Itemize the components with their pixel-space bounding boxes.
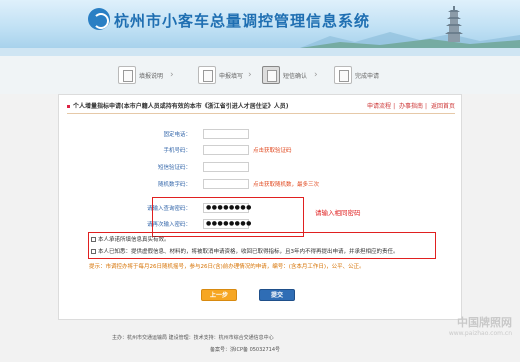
link-home[interactable]: 返回首页 (431, 103, 455, 110)
form-row-landline: 固定电话： (59, 129, 463, 139)
form-icon (198, 66, 216, 84)
city-logo-icon (88, 8, 110, 30)
declaration-2: 本人已知悉：提供虚假信息、材料的，将被取消申请资格，收回已取得指标，且3年内不得… (91, 247, 431, 257)
landline-input[interactable] (203, 129, 249, 139)
application-panel: 个人增量指标申请(本市户籍人员或持有效的本市《浙江省引进人才居住证》人员) 申请… (58, 94, 462, 320)
pagoda-icon (445, 6, 463, 42)
sms-icon (262, 66, 280, 84)
submit-button[interactable]: 提交 (259, 289, 295, 301)
random-code-input[interactable] (203, 179, 249, 189)
mobile-input[interactable] (203, 145, 249, 155)
step-complete: 完成申请 (334, 64, 379, 86)
panel-header: 个人增量指标申请(本市户籍人员或持有效的本市《浙江省引进人才居住证》人员) 申请… (67, 101, 455, 111)
watermark-cn: 中国牌照网 (457, 316, 512, 329)
header-links: 申请流程 | 办事指南 | 返回首页 (367, 103, 455, 110)
step-instructions: 填报说明 (118, 64, 163, 86)
footer-sponsor: 主办：杭州市交通运输局 建设管理：技术支持：杭州市综合交通信息中心 (112, 335, 274, 341)
watermark-url: www.paizhao.com.cn (448, 330, 512, 337)
arrow-right-icon: › (170, 70, 174, 80)
footer-icp: 备案号：浙ICP备 05032714号 (210, 347, 281, 353)
arrow-right-icon: › (314, 70, 318, 80)
declaration-1-checkbox[interactable] (91, 237, 96, 242)
link-process[interactable]: 申请流程 (367, 103, 391, 110)
step-sms-confirm: 短信确认 (262, 64, 307, 86)
warning-text: 提示：市调控办将于每月26日随机摇号，参与26日(含)前办理情况的申请，编号：(… (89, 264, 365, 270)
declaration-2-checkbox[interactable] (91, 249, 96, 254)
landscape-hills-decoration (300, 32, 520, 48)
form-row-mobile: 手机号码： 点击获取验证码 (59, 145, 463, 155)
panel-title: 个人增量指标申请(本市户籍人员或持有效的本市《浙江省引进人才居住证》人员) (67, 101, 289, 110)
declaration-1: 本人承诺所填信息真实有效。 (91, 235, 431, 245)
header-banner: 杭州市小客车总量调控管理信息系统 (0, 0, 520, 48)
form-row-sms-code: 短信验证码： (59, 162, 463, 172)
get-random-link[interactable]: 点击获取随机数，最多三次 (253, 180, 319, 188)
sms-code-input[interactable] (203, 162, 249, 172)
password-highlight-box (152, 197, 304, 237)
watermark: 中国牌照网 www.paizhao.com.cn (449, 314, 512, 337)
check-document-icon (334, 66, 352, 84)
nav-band (0, 48, 520, 56)
same-password-note: 请输入相同密码 (315, 209, 361, 217)
step-fill-in: 申报填写 (198, 64, 243, 86)
arrow-right-icon: › (248, 70, 252, 80)
form-row-random-code: 随机数字码： 点击获取随机数，最多三次 (59, 179, 463, 189)
link-guide[interactable]: 办事指南 (399, 103, 423, 110)
prev-step-button[interactable]: 上一步 (201, 289, 237, 301)
document-icon (118, 66, 136, 84)
get-code-link[interactable]: 点击获取验证码 (253, 146, 292, 154)
divider (67, 113, 455, 114)
progress-steps: 填报说明 › 申报填写 › 短信确认 › 完成申请 (0, 56, 520, 94)
footer: 主办：杭州市交通运输局 建设管理：技术支持：杭州市综合交通信息中心 备案号：浙I… (0, 326, 520, 362)
